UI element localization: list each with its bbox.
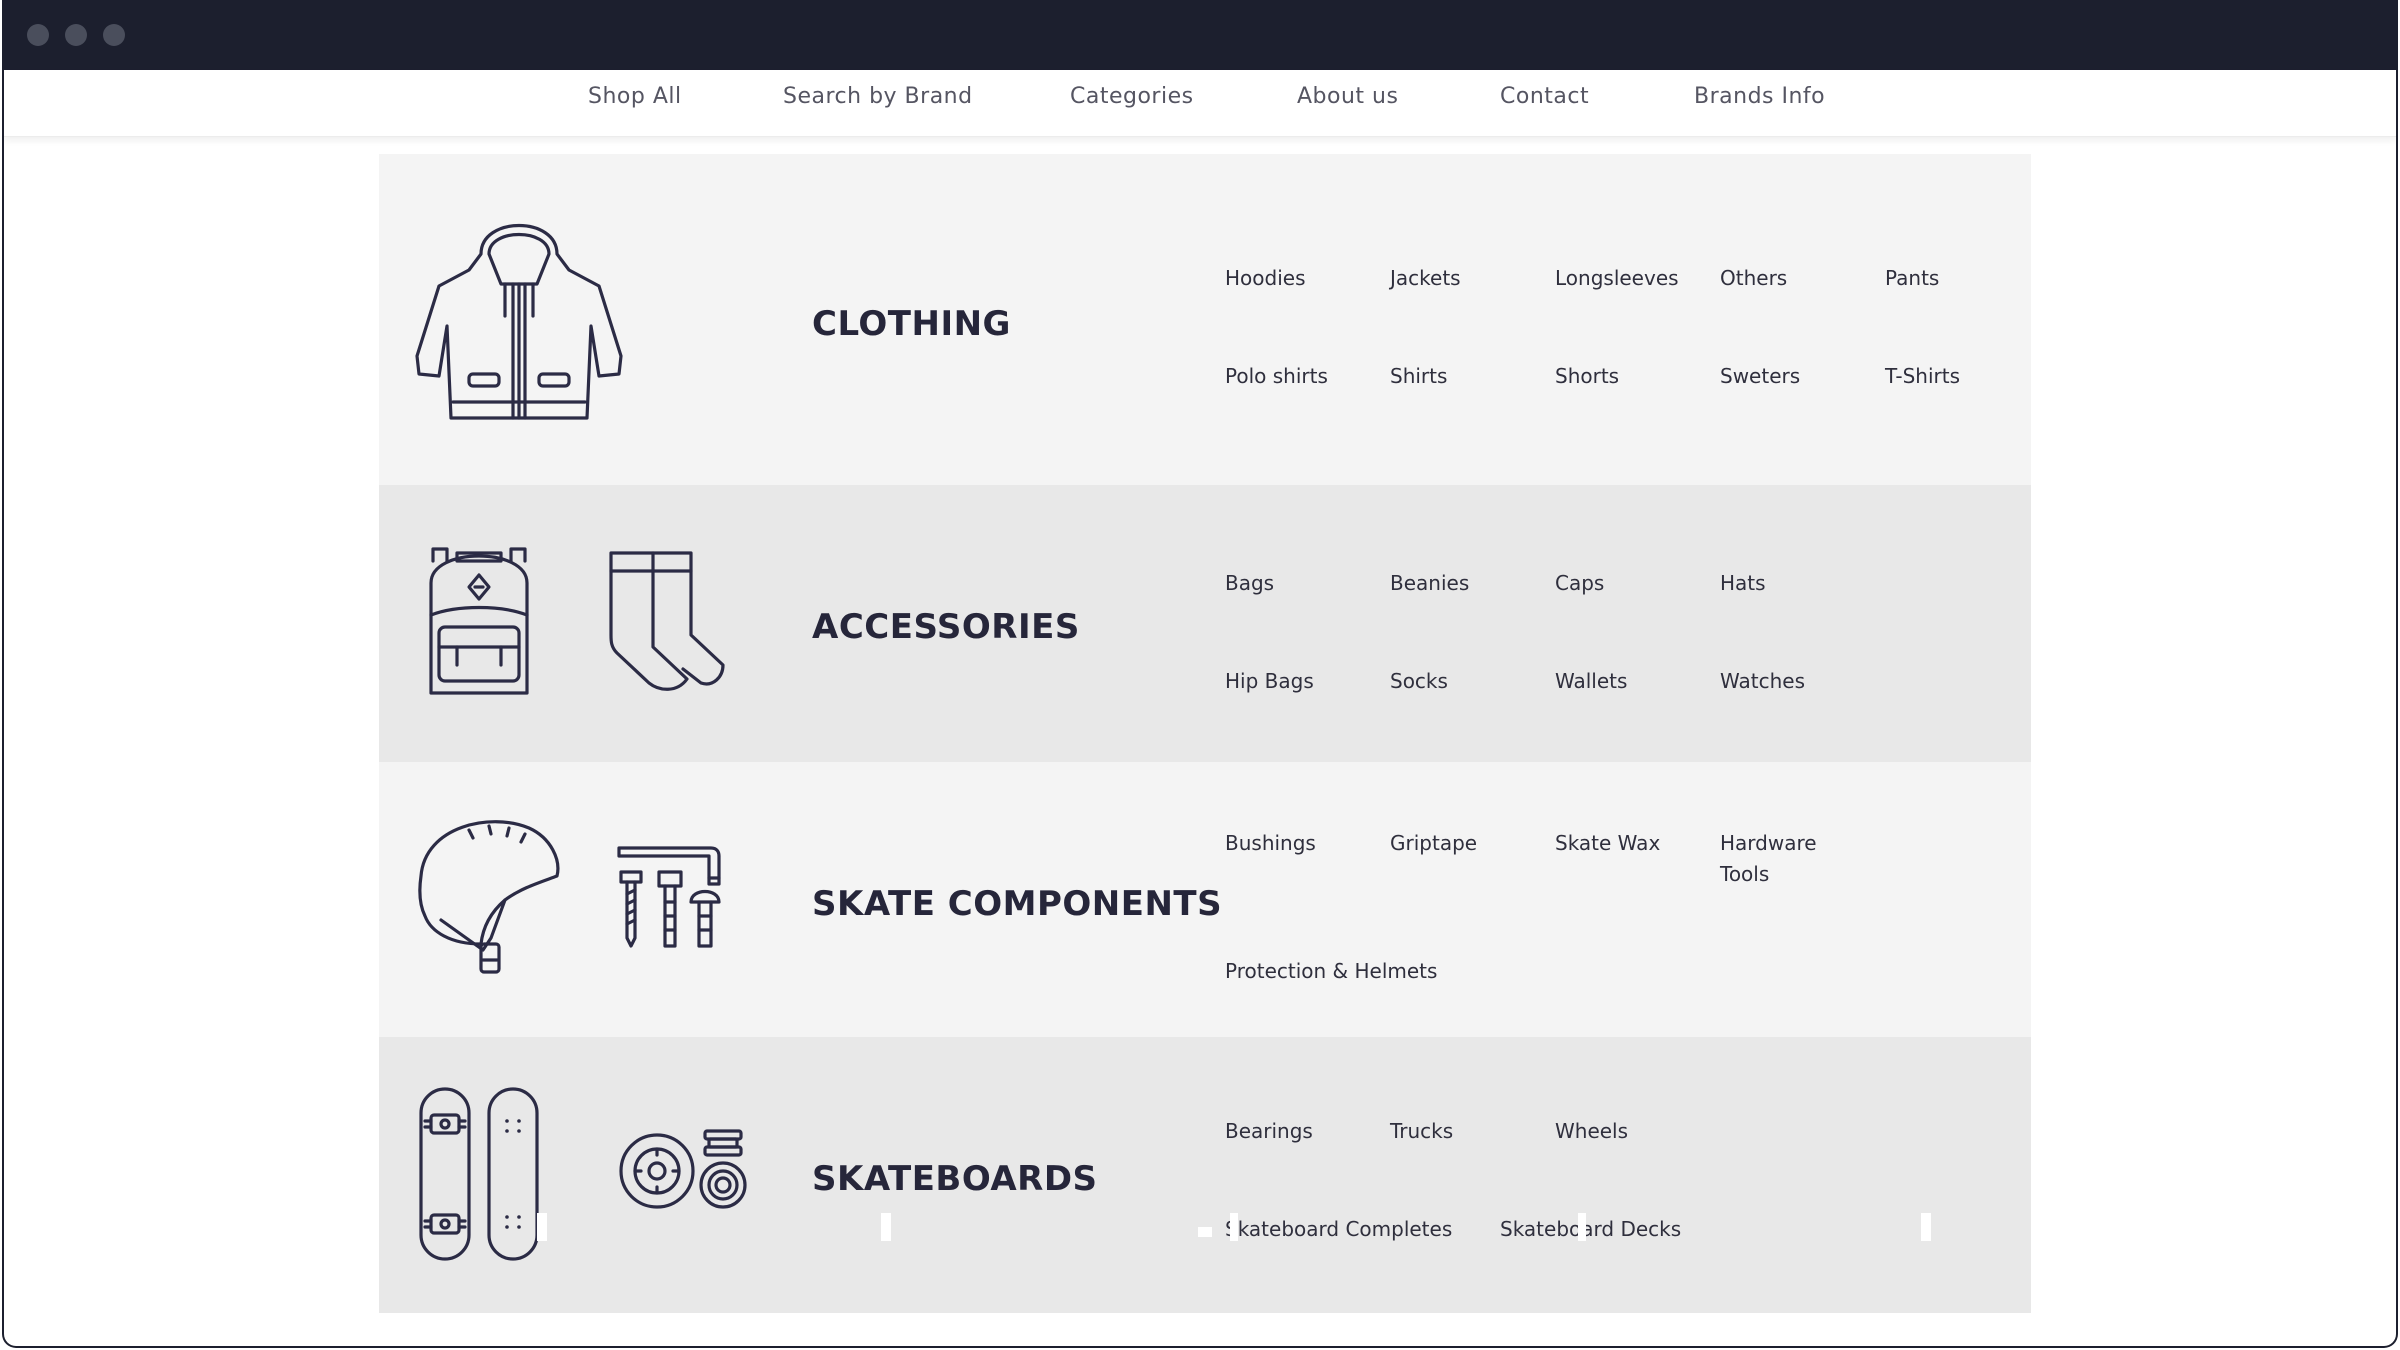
window-close-dot[interactable] (27, 24, 49, 46)
category-link[interactable]: Griptape (1390, 828, 1477, 859)
window-titlebar (4, 0, 2396, 70)
main-nav: Shop All Search by Brand Categories Abou… (4, 70, 2396, 137)
category-link[interactable]: Shirts (1390, 361, 1447, 392)
category-link[interactable]: Hats (1720, 568, 1766, 599)
category-link[interactable]: Hoodies (1225, 263, 1306, 294)
socks-icon[interactable] (603, 547, 733, 693)
category-accessories: ACCESSORIES Bags Beanies Caps Hats Hip B… (379, 485, 2031, 762)
helmet-icon[interactable] (411, 816, 563, 976)
category-link[interactable]: Watches (1720, 666, 1805, 697)
category-link[interactable]: Bushings (1225, 828, 1316, 859)
nav-categories[interactable]: Categories (1070, 84, 1194, 109)
browser-window: Shop All Search by Brand Categories Abou… (2, 0, 2398, 1348)
nav-search-by-brand[interactable]: Search by Brand (783, 84, 973, 109)
nav-contact[interactable]: Contact (1500, 84, 1589, 109)
category-link[interactable]: Beanies (1390, 568, 1469, 599)
hoodie-icon[interactable] (409, 206, 629, 426)
render-artifact (537, 1213, 547, 1241)
render-artifact (1230, 1213, 1238, 1241)
category-link[interactable]: Bags (1225, 568, 1274, 599)
category-link[interactable]: Others (1720, 263, 1787, 294)
category-link[interactable]: Skate Wax (1555, 828, 1660, 859)
render-artifact (881, 1213, 891, 1241)
wheels-bearings-icon[interactable] (619, 1127, 749, 1211)
category-link[interactable]: Hip Bags (1225, 666, 1314, 697)
category-link[interactable]: Pants (1885, 263, 1939, 294)
hardware-tools-icon[interactable] (615, 842, 725, 948)
category-title[interactable]: CLOTHING (812, 304, 1011, 344)
skateboard-deck-icon[interactable] (417, 1085, 545, 1263)
render-artifact (1198, 1227, 1212, 1237)
category-title[interactable]: SKATEBOARDS (812, 1159, 1098, 1199)
window-minimize-dot[interactable] (65, 24, 87, 46)
window-maximize-dot[interactable] (103, 24, 125, 46)
category-link[interactable]: Polo shirts (1225, 361, 1328, 392)
category-clothing: CLOTHING Hoodies Jackets Longsleeves Oth… (379, 154, 2031, 485)
category-link[interactable]: Bearings (1225, 1116, 1313, 1147)
render-artifact (1578, 1213, 1586, 1241)
render-artifact (1921, 1213, 1931, 1241)
category-title[interactable]: ACCESSORIES (812, 607, 1080, 647)
category-link[interactable]: Wheels (1555, 1116, 1628, 1147)
nav-brands-info[interactable]: Brands Info (1694, 84, 1825, 109)
category-link[interactable]: Protection & Helmets (1225, 956, 1437, 987)
category-link[interactable]: Socks (1390, 666, 1448, 697)
category-link[interactable]: Trucks (1390, 1116, 1453, 1147)
category-skateboards: SKATEBOARDS Bearings Trucks Wheels Skate… (379, 1037, 2031, 1313)
category-link[interactable]: Shorts (1555, 361, 1619, 392)
category-link[interactable]: Longsleeves (1555, 263, 1679, 294)
nav-about-us[interactable]: About us (1297, 84, 1398, 109)
category-link[interactable]: Jackets (1390, 263, 1461, 294)
backpack-icon[interactable] (417, 543, 541, 701)
category-link[interactable]: Caps (1555, 568, 1604, 599)
category-link[interactable]: Sweters (1720, 361, 1800, 392)
category-link[interactable]: Skateboard Completes (1225, 1214, 1452, 1245)
category-title[interactable]: SKATE COMPONENTS (812, 884, 1222, 924)
category-link[interactable]: Hardware Tools (1720, 828, 1840, 890)
category-link[interactable]: T-Shirts (1885, 361, 1960, 392)
category-skate-components: SKATE COMPONENTS Bushings Griptape Skate… (379, 762, 2031, 1037)
category-link[interactable]: Skateboard Decks (1500, 1214, 1681, 1245)
nav-shop-all[interactable]: Shop All (588, 84, 682, 109)
category-link[interactable]: Wallets (1555, 666, 1627, 697)
